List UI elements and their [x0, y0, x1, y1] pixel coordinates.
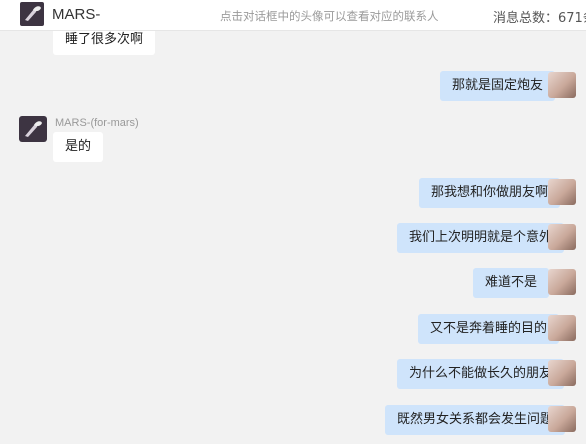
- contact-name: MARS-: [52, 6, 101, 23]
- sender-name: MARS-(for-mars): [55, 117, 139, 129]
- my-avatar[interactable]: [548, 224, 576, 250]
- my-avatar[interactable]: [548, 269, 576, 295]
- contact-avatar[interactable]: [20, 2, 44, 26]
- chat-area: 睡了很多次啊 那就是固定炮友 MARS-(for-mars) 是的 那我想和你做…: [0, 0, 586, 444]
- my-avatar[interactable]: [548, 179, 576, 205]
- my-avatar[interactable]: [548, 72, 576, 98]
- my-avatar[interactable]: [548, 406, 576, 432]
- message-count: 消息总数：671条: [493, 11, 586, 26]
- message-bubble-outgoing: 难道不是: [473, 268, 550, 298]
- message-bubble-outgoing: 那就是固定炮友: [440, 71, 556, 101]
- message-bubble-outgoing: 既然男女关系都会发生问题: [385, 405, 566, 435]
- my-avatar[interactable]: [548, 360, 576, 386]
- contact-avatar[interactable]: [19, 116, 47, 142]
- rose-icon: [25, 6, 41, 21]
- message-bubble-outgoing: 那我想和你做朋友啊: [419, 178, 561, 208]
- rose-icon: [25, 121, 42, 137]
- message-bubble-outgoing: 为什么不能做长久的朋友: [397, 359, 565, 389]
- my-avatar[interactable]: [548, 315, 576, 341]
- message-bubble-incoming: 是的: [53, 132, 104, 162]
- header-hint: 点击对话框中的头像可以查看对应的联系人: [220, 9, 439, 23]
- message-bubble-outgoing: 我们上次明明就是个意外: [397, 223, 565, 253]
- chat-header: MARS- 点击对话框中的头像可以查看对应的联系人 消息总数：671条: [0, 0, 586, 31]
- message-bubble-outgoing: 又不是奔着睡的目的: [418, 314, 560, 344]
